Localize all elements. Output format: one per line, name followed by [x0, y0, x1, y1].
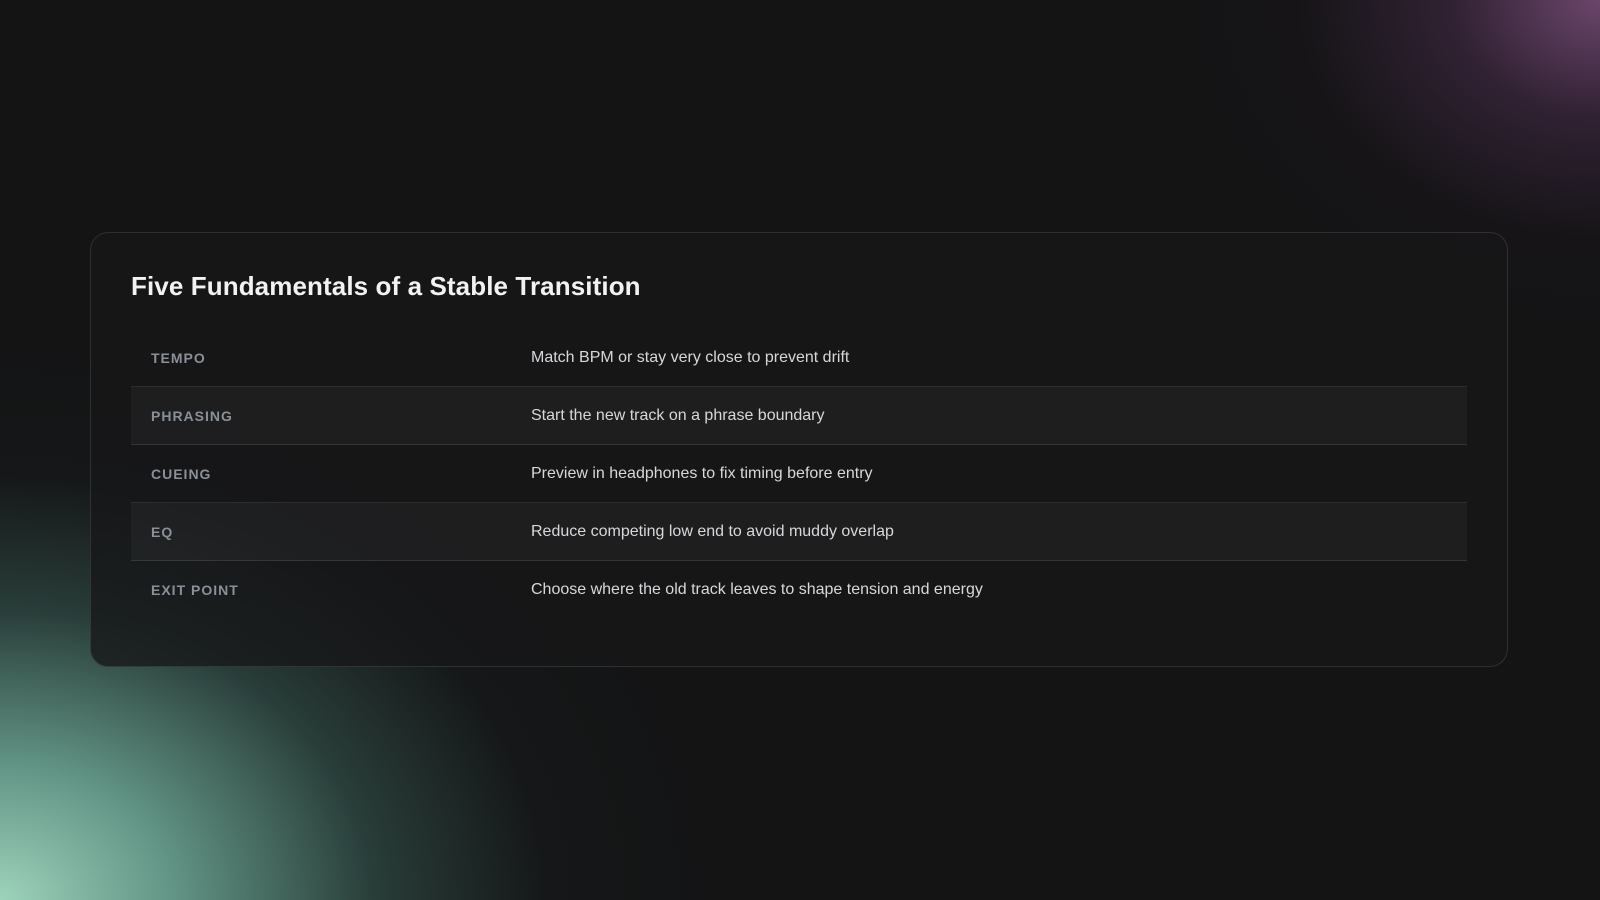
fundamental-description: Reduce competing low end to avoid muddy …	[531, 522, 894, 540]
fundamental-description: Match BPM or stay very close to prevent …	[531, 348, 850, 366]
fundamental-description: Preview in headphones to fix timing befo…	[531, 464, 873, 482]
fundamental-row-phrasing: PHRASING Start the new track on a phrase…	[131, 387, 1467, 445]
fundamentals-card: Five Fundamentals of a Stable Transition…	[90, 232, 1508, 667]
fundamental-row-cueing: CUEING Preview in headphones to fix timi…	[131, 445, 1467, 503]
fundamental-label: TEMPO	[151, 349, 206, 366]
fundamental-description: Choose where the old track leaves to sha…	[531, 581, 983, 598]
fundamental-row-exit-point: EXIT POINT Choose where the old track le…	[131, 561, 1467, 619]
fundamental-label: EXIT POINT	[151, 582, 239, 598]
fundamental-row-tempo: TEMPO Match BPM or stay very close to pr…	[131, 329, 1467, 387]
fundamental-row-eq: EQ Reduce competing low end to avoid mud…	[131, 503, 1467, 561]
fundamental-label: EQ	[151, 523, 174, 540]
fundamental-description: Start the new track on a phrase boundary	[531, 406, 825, 424]
fundamental-label: PHRASING	[151, 407, 233, 424]
slide-background: Five Fundamentals of a Stable Transition…	[0, 0, 1600, 900]
card-title: Five Fundamentals of a Stable Transition	[131, 271, 641, 301]
fundamental-label: CUEING	[151, 465, 212, 482]
fundamentals-table: TEMPO Match BPM or stay very close to pr…	[131, 329, 1467, 619]
